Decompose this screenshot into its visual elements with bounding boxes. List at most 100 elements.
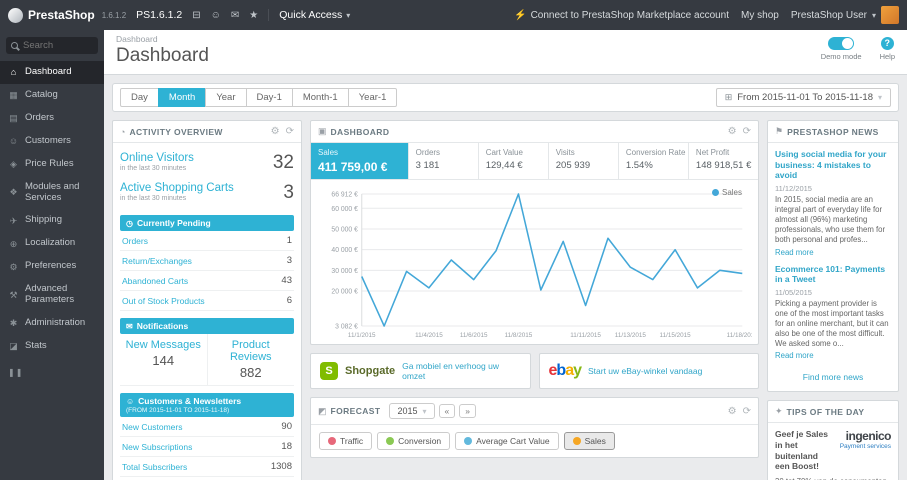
- cart-icon[interactable]: ⊟: [192, 10, 200, 21]
- svg-text:11/4/2015: 11/4/2015: [415, 332, 443, 339]
- home-icon: ⌂: [10, 67, 17, 78]
- range-year-1-button[interactable]: Year-1: [347, 88, 398, 107]
- svg-text:11/11/2015: 11/11/2015: [570, 332, 601, 339]
- sidebar-item-preferences[interactable]: ⚙ Preferences: [0, 255, 104, 278]
- date-range-label: From 2015-11-01 To 2015-11-18: [737, 92, 873, 103]
- news-article-date: 11/12/2015: [775, 183, 812, 193]
- range-month-button[interactable]: Month: [157, 88, 207, 107]
- forecast-legend-average-cart-value[interactable]: Average Cart Value: [455, 432, 559, 451]
- sidebar-item-advanced-parameters[interactable]: ⚒ Advanced Parameters: [0, 278, 104, 312]
- find-more-news-link[interactable]: Find more news: [803, 372, 863, 382]
- svg-text:60 000 €: 60 000 €: [331, 206, 358, 213]
- refresh-icon[interactable]: ⟳: [286, 126, 294, 137]
- total-subscribers-row[interactable]: Total Subscribers 1308: [120, 457, 294, 477]
- sidebar-item-stats[interactable]: ◪ Stats: [0, 335, 104, 358]
- active-carts-value: 3: [283, 182, 294, 203]
- pending-returns-row[interactable]: Return/Exchanges 3: [120, 251, 294, 271]
- user-menu[interactable]: PrestaShop User ▾: [791, 6, 899, 24]
- online-visitors-sub: in the last 30 minutes: [120, 165, 187, 172]
- kpi-net-profit[interactable]: Net Profit 148 918,51 €: [689, 143, 758, 179]
- demo-mode-control[interactable]: Demo mode: [821, 37, 862, 61]
- kpi-conversion-rate[interactable]: Conversion Rate 1.54%: [619, 143, 689, 179]
- kpi-sales[interactable]: Sales 411 759,00 €: [311, 143, 409, 179]
- sidebar-collapse-button[interactable]: ❚❚: [0, 358, 104, 387]
- sidebar-item-price-rules[interactable]: ◈ Price Rules: [0, 153, 104, 176]
- svg-text:50 000 €: 50 000 €: [331, 226, 358, 233]
- next-year-button[interactable]: »: [459, 404, 476, 419]
- sidebar-item-customers[interactable]: ☺ Customers: [0, 130, 104, 153]
- range-day-button[interactable]: Day: [120, 88, 159, 107]
- new-messages-cell[interactable]: New Messages 144: [120, 334, 207, 385]
- shopgate-promo-link[interactable]: Ga mobiel en verhoog uw omzet: [402, 361, 520, 381]
- previous-year-button[interactable]: «: [438, 404, 456, 419]
- my-shop-link[interactable]: My shop: [741, 10, 779, 21]
- sidebar-item-modules[interactable]: ❖ Modules and Services: [0, 176, 104, 210]
- sidebar-item-dashboard[interactable]: ⌂ Dashboard: [0, 61, 104, 84]
- read-more-link[interactable]: Read more: [775, 351, 814, 360]
- sidebar-item-catalog[interactable]: ▦ Catalog: [0, 84, 104, 107]
- gear-icon[interactable]: ⚙: [728, 406, 737, 417]
- range-day-1-button[interactable]: Day-1: [245, 88, 293, 107]
- customers-icon[interactable]: ☺: [211, 10, 221, 21]
- search-input[interactable]: [23, 40, 93, 51]
- pending-orders-row[interactable]: Orders 1: [120, 231, 294, 251]
- tip-headline: Geef je Sales in het buitenland een Boos…: [775, 429, 828, 472]
- sidebar-search[interactable]: [6, 37, 98, 54]
- panel-title: DASHBOARD: [330, 126, 390, 137]
- range-month-1-button[interactable]: Month-1: [291, 88, 349, 107]
- date-range-button[interactable]: ⊞ From 2015-11-01 To 2015-11-18 ▾: [715, 88, 891, 107]
- sidebar-item-orders[interactable]: ▤ Orders: [0, 107, 104, 130]
- sidebar-item-administration[interactable]: ✱ Administration: [0, 312, 104, 335]
- prestashop-logo[interactable]: PrestaShop 1.6.1.2: [8, 7, 126, 23]
- marketplace-connect-link[interactable]: ⚡ Connect to PrestaShop Marketplace acco…: [514, 10, 729, 21]
- read-more-link[interactable]: Read more: [775, 248, 814, 257]
- new-subscriptions-row[interactable]: New Subscriptions 18: [120, 437, 294, 457]
- abandoned-carts-row[interactable]: Abandoned Carts 43: [120, 271, 294, 291]
- kpi-cart-value[interactable]: Cart Value 129,44 €: [479, 143, 549, 179]
- sidebar: ⌂ Dashboard ▦ Catalog ▤ Orders ☺ Custome…: [0, 30, 104, 480]
- news-article-title[interactable]: Ecommerce 101: Payments in a Tweet: [775, 264, 891, 285]
- messages-icon[interactable]: ✉: [231, 10, 239, 21]
- sidebar-item-shipping[interactable]: ✈ Shipping: [0, 209, 104, 232]
- section-subtitle: (FROM 2015-11-01 TO 2015-11-18): [126, 407, 230, 414]
- refresh-icon[interactable]: ⟳: [743, 126, 751, 137]
- forecast-legend-conversion[interactable]: Conversion: [377, 432, 451, 451]
- sales-legend-dot: [711, 189, 719, 196]
- sidebar-item-label: Modules and Services: [25, 180, 80, 203]
- product-reviews-cell[interactable]: Product Reviews 882: [206, 334, 295, 385]
- star-icon[interactable]: ★: [249, 10, 258, 21]
- forecast-legend-traffic[interactable]: Traffic: [319, 432, 373, 451]
- shopgate-module-promo: S Shopgate Ga mobiel en verhoog uw omzet: [310, 353, 531, 390]
- forecast-year-select[interactable]: 2015 ▾: [389, 403, 435, 420]
- ebay-promo-link[interactable]: Start uw eBay-winkel vandaag: [588, 366, 702, 376]
- stats-icon: ◪: [9, 341, 18, 352]
- shop-name[interactable]: PS1.6.1.2: [136, 9, 182, 21]
- demo-mode-toggle[interactable]: [828, 37, 855, 50]
- active-carts-label[interactable]: Active Shopping Carts: [120, 182, 234, 194]
- prestashop-logo-icon: [8, 7, 23, 23]
- kpi-visits[interactable]: Visits 205 939: [549, 143, 619, 179]
- panel-title: FORECAST: [330, 406, 381, 417]
- out-of-stock-row[interactable]: Out of Stock Products 6: [120, 291, 294, 311]
- gear-icon[interactable]: ⚙: [271, 126, 280, 137]
- refresh-icon[interactable]: ⟳: [743, 406, 751, 417]
- svg-text:11/18/2015: 11/18/2015: [727, 332, 752, 339]
- connect-icon: ⚡: [514, 9, 527, 21]
- gear-icon[interactable]: ⚙: [728, 126, 737, 137]
- quick-access-dropdown[interactable]: Quick Access ▾: [268, 9, 350, 21]
- panel-title: PRESTASHOP NEWS: [787, 126, 879, 137]
- new-customers-row[interactable]: New Customers 90: [120, 417, 294, 437]
- help-button[interactable]: ? Help: [880, 37, 895, 61]
- range-year-button[interactable]: Year: [205, 88, 247, 107]
- logo-text: PrestaShop: [28, 8, 95, 22]
- shopgate-logo-text: Shopgate: [345, 365, 396, 378]
- news-article-title[interactable]: Using social media for your business: 4 …: [775, 149, 891, 181]
- online-visitors-label[interactable]: Online Visitors: [120, 152, 194, 164]
- kpi-orders[interactable]: Orders 3 181: [409, 143, 479, 179]
- forecast-legend-sales[interactable]: Sales: [563, 432, 615, 451]
- prestashop-news-panel: ⚑ PRESTASHOP NEWS Using social media for…: [767, 120, 899, 393]
- search-icon: [11, 42, 18, 49]
- panel-title: TIPS OF THE DAY: [786, 406, 865, 417]
- panel-title: ACTIVITY OVERVIEW: [129, 126, 223, 137]
- sidebar-item-localization[interactable]: ⊕ Localization: [0, 232, 104, 255]
